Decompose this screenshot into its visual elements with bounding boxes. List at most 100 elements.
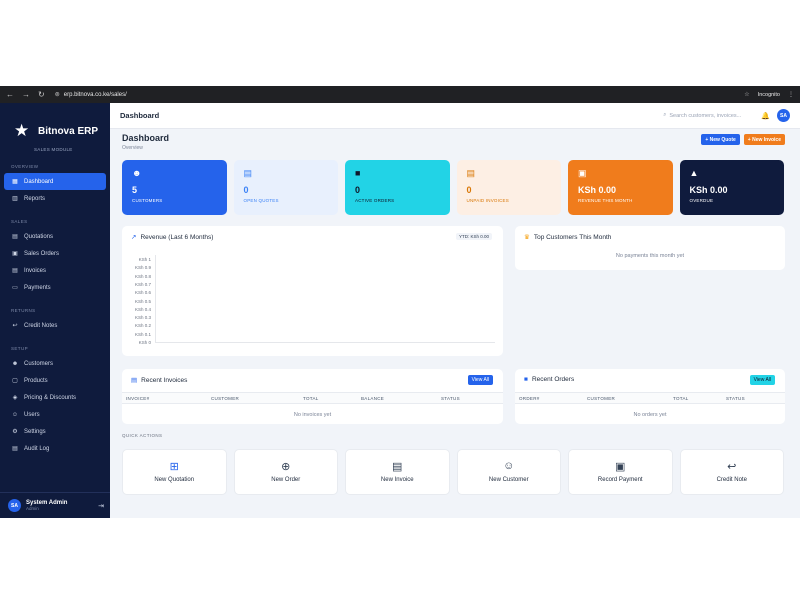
y-axis-line: [155, 255, 156, 342]
sidebar-item-users[interactable]: ☺ Users: [4, 406, 106, 423]
bag-icon: ■: [355, 168, 361, 178]
sidebar-item-quotations[interactable]: ▤ Quotations: [4, 228, 106, 245]
sidebar-item-dashboard[interactable]: ▦ Dashboard: [4, 173, 106, 190]
users-icon: ☻: [11, 360, 19, 367]
top-customers-empty: No payments this month yet: [615, 253, 685, 259]
recent-orders-title: Recent Orders: [531, 376, 575, 383]
col-invoice: INVOICE#: [126, 396, 150, 401]
stat-overdue[interactable]: ▲ KSh 0.00 OVERDUE: [679, 160, 784, 215]
search-icon: ⌕: [663, 112, 667, 118]
gear-icon: ⚙: [12, 429, 18, 435]
stat-revenue-month[interactable]: ▣ KSh 0.00 REVENUE THIS MONTH: [568, 160, 673, 215]
recent-invoices-title: Recent Invoices: [141, 376, 188, 384]
reload-icon[interactable]: ↻: [38, 90, 45, 99]
quick-new-invoice[interactable]: ▤ New Invoice: [345, 449, 450, 495]
bell-icon[interactable]: 🔔: [761, 112, 770, 120]
stat-active-orders[interactable]: ■ 0 ACTIVE ORDERS: [345, 160, 450, 215]
section-setup: SETUP: [11, 346, 29, 351]
y-tick-label: KSh 0.1: [134, 331, 151, 337]
brand[interactable]: ★ Bitnova ERP: [0, 103, 110, 141]
y-tick-label: KSh 0.8: [134, 273, 151, 279]
sidebar-item-products[interactable]: ▢ Products: [4, 372, 106, 389]
invoice-icon: ▤: [466, 168, 476, 178]
section-returns: RETURNS: [11, 308, 36, 313]
site-info-icon[interactable]: ⊚: [55, 91, 60, 98]
col-balance: BALANCE: [361, 396, 385, 401]
revenue-title: Revenue (Last 6 Months): [140, 233, 214, 241]
sidebar-item-payments[interactable]: ▭ Payments: [4, 279, 106, 296]
invoice-icon: ▤: [12, 268, 18, 274]
incognito-badge[interactable]: Incognito: [758, 92, 780, 98]
quick-actions: ⊞ New Quotation ⊕ New Order ▤ New Invoice ☺…: [122, 449, 784, 495]
browser-chrome: ← → ↻ ⊚ erp.bitnova.co.ke/sales/ ☆ Incog…: [0, 86, 800, 103]
orders-empty: No orders yet: [633, 412, 667, 418]
orders-table-header: ORDER# CUSTOMER TOTAL STATUS: [515, 392, 785, 404]
bag-icon: ■: [524, 376, 528, 383]
sidebar-item-settings[interactable]: ⚙ Settings: [4, 423, 106, 440]
quick-new-quotation[interactable]: ⊞ New Quotation: [122, 449, 227, 495]
y-tick-label: KSh 0.2: [134, 323, 151, 329]
col-status: STATUS: [441, 396, 460, 401]
quick-new-order[interactable]: ⊕ New Order: [233, 449, 338, 495]
menu-icon[interactable]: ⋮: [788, 91, 794, 98]
user-role: Admin: [26, 506, 39, 511]
invoices-view-all-button[interactable]: View All: [467, 375, 493, 385]
y-tick-label: KSh 0.3: [134, 315, 151, 321]
box-icon: ▢: [12, 378, 18, 384]
address-bar[interactable]: erp.bitnova.co.ke/sales/: [64, 92, 127, 98]
sidebar-item-customers[interactable]: ☻ Customers: [4, 355, 106, 372]
topbar-title: Dashboard: [120, 111, 160, 120]
sidebar-item-sales-orders[interactable]: ▣ Sales Orders: [4, 245, 106, 262]
y-tick-label: KSh 0.5: [134, 298, 151, 304]
stat-unpaid-invoices[interactable]: ▤ 0 UNPAID INVOICES: [456, 160, 561, 215]
user-icon: ☺: [11, 411, 19, 418]
module-label: SALES MODULE: [34, 147, 73, 152]
sidebar-item-pricing[interactable]: ◈ Pricing & Discounts: [4, 389, 106, 406]
stat-cards: ☻ 5 CUSTOMERS ▤ 0 OPEN QUOTES ■ 0 ACTIVE…: [122, 160, 784, 215]
section-sales: SALES: [11, 219, 28, 224]
cart-icon: ▣: [12, 251, 18, 257]
quick-credit-note[interactable]: ↩ Credit Note: [679, 449, 784, 495]
col-order: ORDER#: [519, 396, 540, 401]
stat-customers[interactable]: ☻ 5 CUSTOMERS: [122, 160, 227, 215]
bag-plus-icon: ⊕: [281, 461, 291, 473]
sidebar: ★ Bitnova ERP SALES MODULE OVERVIEW ▦ Das…: [0, 103, 110, 518]
trophy-icon: ♛: [524, 234, 530, 241]
quick-record-payment[interactable]: ▣ Record Payment: [568, 449, 673, 495]
return-icon: ↩: [12, 323, 18, 329]
top-customers-title: Top Customers This Month: [533, 233, 612, 241]
avatar: SA: [8, 499, 21, 512]
brand-name: Bitnova ERP: [38, 125, 99, 137]
sidebar-item-reports[interactable]: ▥ Reports: [4, 190, 106, 207]
tag-icon: ◈: [12, 395, 18, 401]
log-icon: ▤: [12, 446, 18, 452]
user-profile[interactable]: SA System Admin Admin ⇥: [0, 492, 110, 518]
logout-icon[interactable]: ⇥: [98, 502, 104, 510]
col-status: STATUS: [726, 396, 745, 401]
sidebar-item-invoices[interactable]: ▤ Invoices: [4, 262, 106, 279]
new-quote-button[interactable]: + New Quote: [701, 134, 740, 145]
forward-icon[interactable]: →: [22, 90, 30, 99]
revenue-card: ↗ Revenue (Last 6 Months) YTD: KSh 0.00 K…: [122, 226, 503, 356]
sidebar-item-credit-notes[interactable]: ↩ Credit Notes: [4, 317, 106, 334]
x-axis-line: [155, 342, 495, 343]
sidebar-item-audit-log[interactable]: ▤ Audit Log: [4, 440, 106, 457]
col-customer: CUSTOMER: [587, 396, 616, 401]
invoices-empty: No invoices yet: [293, 412, 332, 418]
search-input[interactable]: ⌕ Search customers, invoices...: [663, 112, 753, 119]
page-title: Dashboard: [122, 133, 170, 143]
stat-open-quotes[interactable]: ▤ 0 OPEN QUOTES: [233, 160, 338, 215]
quick-new-customer[interactable]: ☺ New Customer: [456, 449, 561, 495]
y-tick-label: KSh 0.6: [134, 290, 151, 296]
grid-icon: ▦: [12, 179, 18, 185]
orders-view-all-button[interactable]: View All: [749, 375, 775, 385]
star-icon[interactable]: ☆: [744, 91, 749, 98]
top-customers-card: ♛ Top Customers This Month No payments th…: [515, 226, 785, 270]
y-tick-label: KSh 0.4: [134, 306, 151, 312]
page-subtitle: Overview: [122, 145, 143, 151]
chart-icon: ▥: [12, 196, 18, 202]
invoices-table-header: INVOICE# CUSTOMER TOTAL BALANCE STATUS: [122, 392, 503, 404]
topbar-avatar[interactable]: SA: [777, 109, 790, 122]
new-invoice-button[interactable]: + New Invoice: [743, 134, 785, 145]
back-icon[interactable]: ←: [6, 90, 14, 99]
